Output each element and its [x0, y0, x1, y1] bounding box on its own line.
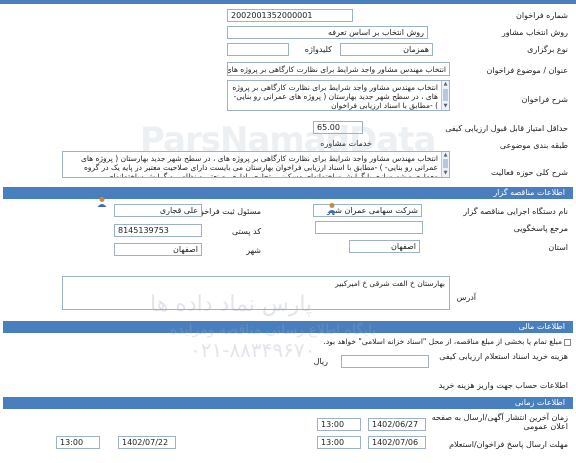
- deadline2-date-field[interactable]: 1402/07/22: [118, 436, 176, 449]
- scroll-thumb[interactable]: [443, 159, 448, 168]
- account-info-label: اطلاعات حساب جهت واریز هزینه خرید: [438, 381, 568, 390]
- publish-label: زمان آخرین انتشار آگهی/ارسال به صفحه اعل…: [431, 413, 568, 431]
- province-field[interactable]: اصفهان: [349, 240, 420, 253]
- method-label: روش انتخاب مشاور: [501, 28, 568, 37]
- deadline-label: مهلت ارسال پاسخ فراخوان/استعلام: [449, 440, 568, 449]
- keyword-label: کلیدواژه: [304, 45, 332, 54]
- doc-cost-field[interactable]: [341, 355, 429, 368]
- reference-label: مرجع پاسخگویی: [513, 224, 568, 233]
- official-field[interactable]: علی قجاری: [114, 204, 202, 217]
- deadline-date-field[interactable]: 1402/07/06: [368, 436, 426, 449]
- min-score-label: حداقل امتیاز قابل قبول ارزیابی کیفی: [445, 124, 568, 133]
- category-label: طبقه بندی موضوعی: [499, 141, 568, 150]
- postal-label: کد پستی: [232, 227, 261, 236]
- publish-time-field[interactable]: 13:00: [317, 418, 361, 431]
- province-label: استان: [548, 243, 568, 252]
- scope-text: انتخاب مهندس مشاور واجد شرایط برای نظارت…: [80, 154, 438, 178]
- category-field: خدمات مشاوره: [313, 138, 375, 151]
- postal-field[interactable]: 8145139753: [114, 224, 202, 237]
- city-label: شهر: [246, 246, 261, 255]
- scroll-thumb[interactable]: [443, 89, 448, 101]
- scope-scrollbar[interactable]: ▲ ▼: [441, 152, 449, 177]
- treasury-note: مبلغ تمام یا بخشی از مبلغ مناقصه، از محل…: [323, 337, 562, 346]
- scroll-down-icon[interactable]: ▼: [443, 171, 448, 176]
- reference-field[interactable]: [315, 221, 423, 234]
- doc-cost-label: هزینه خرید اسناد استعلام ارزیابی کیفی: [439, 352, 568, 361]
- scroll-up-icon[interactable]: ▲: [443, 153, 448, 158]
- title-field[interactable]: انتخاب مهندس مشاور واجد شرایط برای نظارت…: [227, 62, 450, 76]
- address-text: بهارستان خ الفت شرقی خ امیرکبیر: [335, 279, 445, 288]
- description-label: شرح فراخوان: [521, 95, 568, 104]
- tender-number-label: شماره فراخوان: [516, 11, 568, 20]
- official-label: مسئول ثبت فراخوان: [192, 207, 261, 216]
- person-icon[interactable]: [96, 196, 108, 208]
- scroll-up-icon[interactable]: ▲: [443, 82, 448, 87]
- description-scrollbar[interactable]: ▲ ▼: [441, 81, 449, 110]
- fee-section-header: اطلاعات مالی: [3, 321, 573, 333]
- description-textarea[interactable]: انتخاب مهندس مشاور واجد شرایط برای نظارت…: [227, 80, 450, 111]
- top-accent-bar: [0, 0, 576, 4]
- org-name-label: نام دستگاه اجرایی مناقصه گزار: [463, 207, 568, 216]
- city-field[interactable]: اصفهان: [114, 243, 202, 256]
- deadline-time-field[interactable]: 13:00: [317, 436, 361, 449]
- address-textarea[interactable]: بهارستان خ الفت شرقی خ امیرکبیر: [62, 276, 450, 310]
- scroll-down-icon[interactable]: ▼: [443, 104, 448, 109]
- min-score-field[interactable]: 65.00: [313, 121, 363, 134]
- person-icon[interactable]: [326, 202, 338, 214]
- tender-number-field[interactable]: 2002001352000001: [227, 9, 353, 22]
- method-field[interactable]: روش انتخاب بر اساس تعرفه: [227, 26, 428, 39]
- watermark-phone: ۰۲۱-۸۸۳۴۹۶۷۰: [190, 338, 316, 362]
- timing-section-header: اطلاعات زمانی: [3, 397, 573, 409]
- type-label: نوع برگزاری: [527, 45, 568, 54]
- currency-label: ریال: [313, 357, 328, 366]
- description-text: انتخاب مهندس مشاور واجد شرایط برای نظارت…: [232, 83, 438, 110]
- type-field[interactable]: همزمان: [340, 43, 433, 56]
- treasury-checkbox[interactable]: [564, 339, 571, 346]
- title-label: عنوان / موضوع فراخوان: [486, 66, 569, 75]
- organizer-section-header: اطلاعات مناقصه گزار: [3, 187, 573, 199]
- deadline2-time-field[interactable]: 13:00: [56, 436, 100, 449]
- publish-date-field[interactable]: 1402/06/27: [368, 418, 426, 431]
- keyword-field[interactable]: [227, 43, 289, 56]
- address-label: آدرس: [456, 293, 476, 302]
- scope-label: شرح کلی حوزه فعالیت: [491, 168, 568, 177]
- scope-textarea[interactable]: انتخاب مهندس مشاور واجد شرایط برای نظارت…: [62, 151, 450, 178]
